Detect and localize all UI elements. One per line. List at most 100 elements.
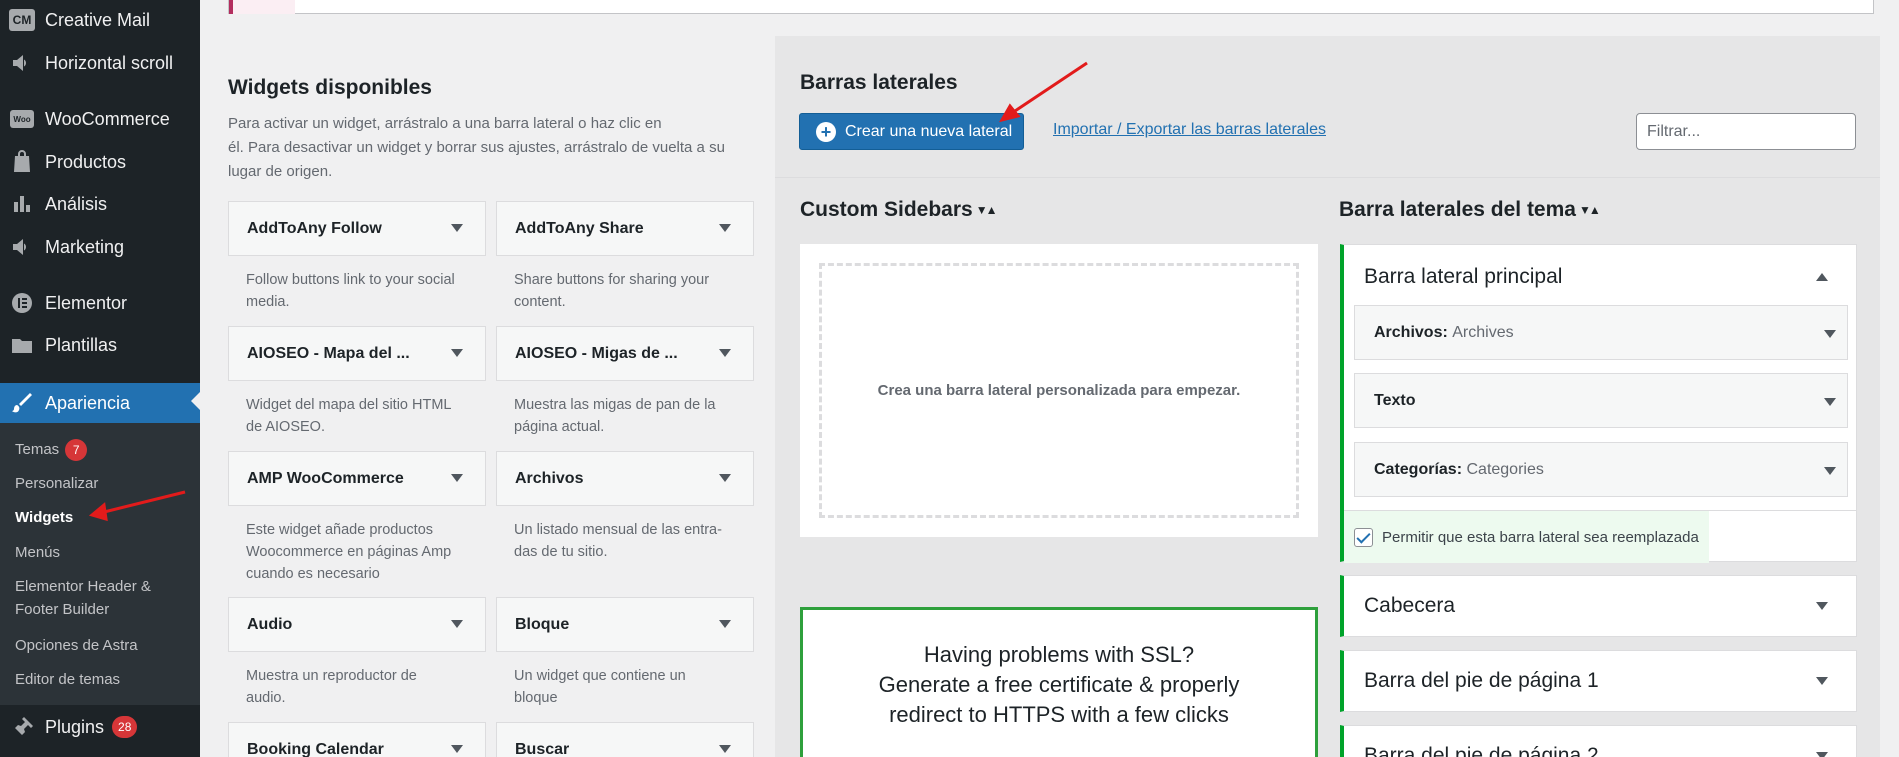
menu-label: Productos [45,151,127,172]
menu-item-apariencia[interactable]: Apariencia [0,383,200,423]
submenu-item-editor-temas[interactable]: Editor de temas [15,670,200,690]
sort-toggle-icon[interactable]: ▼▲ [976,203,998,217]
widget-description-line: Muestra un reproductor de [246,668,417,684]
widget-name: Bloque [515,615,570,633]
replace-checkbox[interactable] [1354,527,1373,547]
menu-item-woocommerce[interactable]: Woo WooCommerce [0,101,200,137]
available-widget-item[interactable]: Archivos [496,451,754,506]
expand-icon[interactable] [1824,467,1836,475]
menu-item-elementor[interactable]: Elementor [0,285,200,321]
widget-description-line: cuando es necesario [246,566,380,582]
create-sidebar-button[interactable]: + Crear una nueva lateral [799,113,1024,150]
menu-item-horizontal-scroll[interactable]: Horizontal scroll [0,45,200,81]
available-widgets-title: Widgets disponibles [228,76,432,99]
available-widget-item[interactable]: AIOSEO - Migas de ... [496,326,754,381]
expand-icon[interactable] [1824,398,1836,406]
available-widget-item[interactable]: Booking Calendar [228,722,486,757]
sidebar-footer-2[interactable]: Barra del pie de página 2 [1340,725,1857,757]
expand-icon[interactable] [719,224,731,232]
widget-description-line: media. [246,294,290,310]
menu-item-creative-mail[interactable]: CM Creative Mail [0,2,200,38]
submenu-item-opciones-astra[interactable]: Opciones de Astra [15,636,200,656]
megaphone-icon [9,234,35,260]
theme-sidebars-title[interactable]: Barra laterales del tema ▼▲ [1339,198,1601,222]
custom-sidebars-empty-area: Crea una barra lateral personalizada par… [800,244,1318,537]
expand-icon[interactable] [1816,677,1828,685]
expand-icon[interactable] [1816,752,1828,757]
update-count-badge: 7 [65,439,88,461]
widget-name: AIOSEO - Migas de ... [515,344,678,362]
menu-item-productos[interactable]: Productos [0,144,200,180]
collapse-icon[interactable] [1816,273,1828,281]
menu-label: Horizontal scroll [45,52,174,73]
folder-icon [9,332,35,358]
available-widget-item[interactable]: AddToAny Follow [228,201,486,256]
sidebar-title[interactable]: Barra lateral principal [1364,265,1562,289]
empty-state-message: Crea una barra lateral personalizada par… [819,263,1299,518]
submenu-item-widgets[interactable]: Widgets [15,508,200,528]
expand-icon[interactable] [451,224,463,232]
available-widget-item[interactable]: Buscar [496,722,754,757]
ssl-promo-box[interactable]: Having problems with SSL? Generate a fre… [800,607,1318,757]
elementor-icon [9,290,35,316]
sidebar-widget-archivos[interactable]: Archivos: Archives [1354,305,1848,360]
menu-label: Plantillas [45,334,118,355]
expand-icon[interactable] [451,349,463,357]
archive-icon [9,149,35,175]
widget-description: Follow buttons link to your social media. [246,269,476,313]
custom-sidebars-title[interactable]: Custom Sidebars ▼▲ [800,198,998,222]
menu-label: Análisis [45,193,108,214]
widget-description-line: Este widget añade productos [246,522,434,538]
plugins-count-badge: 28 [112,716,138,738]
widget-description-line: Muestra las migas de pan de la [514,397,716,413]
import-export-link[interactable]: Importar / Exportar las barras laterales [1053,121,1326,139]
available-widget-item[interactable]: Bloque [496,597,754,652]
widget-description: Un widget que contiene un bloque [514,665,744,709]
expand-icon[interactable] [719,620,731,628]
expand-icon[interactable] [451,745,463,753]
menu-item-analisis[interactable]: Análisis [0,186,200,222]
admin-notice [228,0,1874,14]
expand-icon[interactable] [719,745,731,753]
ssl-promo-line: redirect to HTTPS with a few clicks [889,702,1229,727]
menu-label: WooCommerce [45,108,170,129]
widget-description-line: Share buttons for sharing your [514,272,710,288]
sidebar-footer-1[interactable]: Barra del pie de página 1 [1340,650,1857,712]
menu-item-plugins[interactable]: Plugins 28 [0,709,200,745]
submenu-item-elementor-header-footer[interactable]: Elementor Header & Footer Builder [15,577,200,620]
submenu-item-personalizar[interactable]: Personalizar [15,474,200,494]
widget-description-line: Un listado mensual de las entra- [514,522,722,538]
expand-icon[interactable] [451,620,463,628]
expand-icon[interactable] [719,474,731,482]
widget-description: Muestra un reproductor de audio. [246,665,476,709]
expand-icon[interactable] [1824,330,1836,338]
widget-description: Este widget añade productos Woocommerce e… [246,519,476,585]
available-widget-item[interactable]: AIOSEO - Mapa del ... [228,326,486,381]
available-widget-item[interactable]: AddToAny Share [496,201,754,256]
menu-item-plantillas[interactable]: Plantillas [0,327,200,363]
expand-icon[interactable] [719,349,731,357]
available-widget-item[interactable]: Audio [228,597,486,652]
expand-icon[interactable] [451,474,463,482]
sidebar-barra-lateral-principal: Barra lateral principal Archivos: Archiv… [1340,244,1857,563]
widget-description-line: Un widget que contiene un [514,668,686,684]
menu-label: Elementor [45,292,128,313]
widget-description-line: audio. [246,690,286,706]
sidebars-header [775,36,1880,178]
menu-item-marketing[interactable]: Marketing [0,229,200,265]
submenu-apariencia [0,423,200,705]
sort-toggle-icon[interactable]: ▼▲ [1579,203,1601,217]
available-widget-item[interactable]: AMP WooCommerce [228,451,486,506]
widget-name: AMP WooCommerce [247,469,404,487]
sidebar-widget-texto[interactable]: Texto [1354,373,1848,428]
sidebar-widget-categorias[interactable]: Categorías: Categories [1354,442,1848,497]
submenu-item-menus[interactable]: Menús [15,543,200,563]
submenu-label: Footer Builder [15,601,110,618]
submenu-item-temas[interactable]: Temas 7 [15,439,200,461]
expand-icon[interactable] [1816,602,1828,610]
ssl-promo-line: Generate a free certificate & properly [878,672,1240,697]
sidebar-cabecera[interactable]: Cabecera [1340,575,1857,637]
replace-checkbox-label[interactable]: Permitir que esta barra lateral sea reem… [1344,511,1709,563]
filter-input[interactable] [1636,113,1856,150]
widget-description-line: Follow buttons link to your social [246,272,455,288]
